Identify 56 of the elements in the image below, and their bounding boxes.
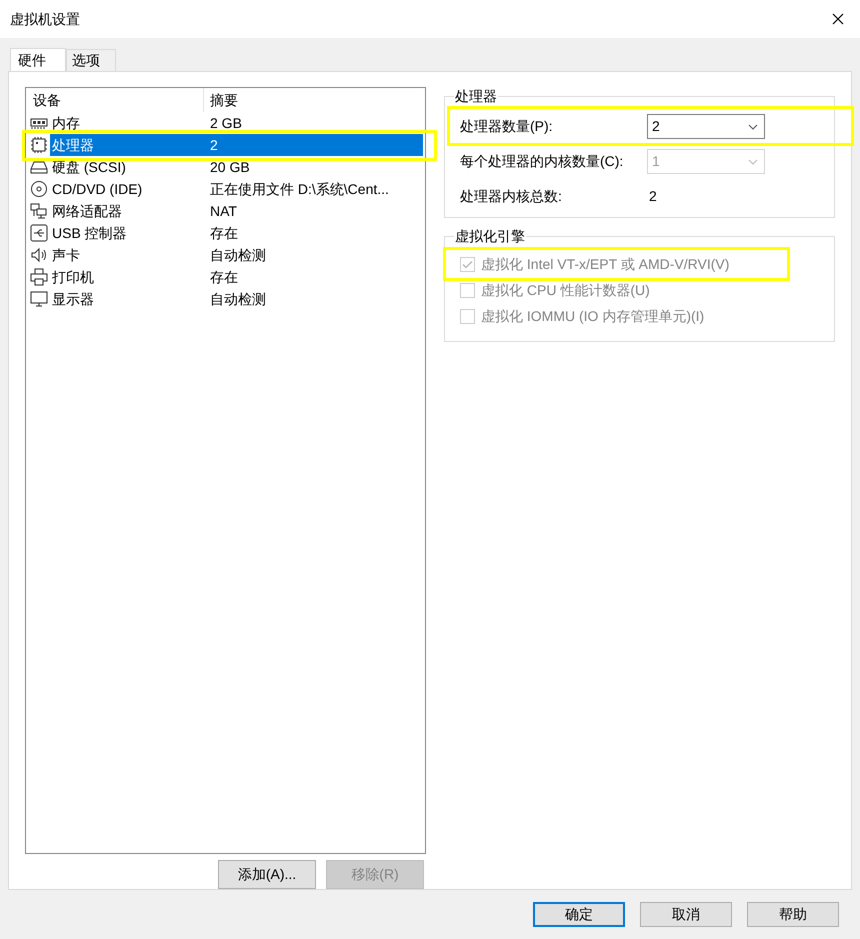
- speaker-icon: [30, 246, 48, 264]
- device-name: 打印机: [51, 268, 95, 286]
- field-value: 2: [648, 187, 657, 206]
- field-label: 处理器数量(P):: [460, 117, 554, 136]
- selected-row[interactable]: 处理器 2: [50, 134, 423, 156]
- device-name: 声卡: [51, 246, 81, 264]
- device-name: 网络适配器: [51, 202, 123, 220]
- group-title: 处理器: [454, 87, 498, 105]
- dialog-button[interactable]: 帮助: [747, 902, 839, 927]
- checkbox-label: 虚拟化 CPU 性能计数器(U): [481, 280, 650, 300]
- device-name: 处理器: [51, 136, 95, 154]
- printer-icon: [30, 268, 48, 286]
- device-name: 显示器: [51, 290, 95, 308]
- list-row[interactable]: 硬盘 (SCSI) 20 GB: [50, 156, 423, 178]
- list-row[interactable]: 网络适配器 NAT: [50, 200, 423, 222]
- window-title: 虚拟机设置: [10, 10, 80, 28]
- add-button[interactable]: 添加(A)...: [218, 860, 316, 889]
- list-row[interactable]: 内存 2 GB: [50, 112, 423, 134]
- dialog-button[interactable]: 取消: [640, 902, 732, 927]
- device-summary: 正在使用文件 D:\系统\Cent...: [209, 180, 389, 198]
- checkbox-label: 虚拟化 IOMMU (IO 内存管理单元)(I): [481, 306, 704, 326]
- column-header[interactable]: 设备: [26, 88, 204, 112]
- field-label: 每个处理器的内核数量(C):: [460, 152, 624, 171]
- device-summary: 自动检测: [209, 290, 266, 308]
- list-row[interactable]: 显示器 自动检测: [50, 288, 423, 310]
- column-header[interactable]: 摘要: [204, 88, 425, 112]
- dropdown[interactable]: 2: [647, 114, 765, 139]
- device-name: USB 控制器: [51, 224, 128, 242]
- tab[interactable]: 硬件: [10, 48, 66, 72]
- group-title: 虚拟化引擎: [454, 227, 526, 245]
- close-icon: [832, 13, 844, 25]
- field-label: 处理器内核总数:: [460, 187, 563, 206]
- device-summary: 2 GB: [209, 114, 242, 132]
- list-row[interactable]: 打印机 存在: [50, 266, 423, 288]
- device-name: 硬盘 (SCSI): [51, 158, 127, 177]
- device-summary: 存在: [209, 268, 238, 286]
- device-summary: NAT: [209, 202, 237, 220]
- device-summary: 存在: [209, 224, 238, 242]
- list-row[interactable]: USB 控制器 存在: [50, 222, 423, 244]
- disc-icon: [30, 180, 48, 198]
- device-summary: 自动检测: [209, 246, 266, 264]
- chip-icon: [30, 136, 48, 154]
- dialog-button[interactable]: 确定: [533, 902, 625, 927]
- device-name: CD/DVD (IDE): [51, 180, 144, 199]
- usb-icon: [30, 224, 48, 242]
- monitor-icon: [30, 290, 48, 308]
- device-summary: 2: [209, 136, 218, 154]
- network-icon: [30, 202, 48, 220]
- device-name: 内存: [51, 114, 81, 132]
- chevron-down-icon: [748, 124, 758, 130]
- list-row[interactable]: 声卡 自动检测: [50, 244, 423, 266]
- tab[interactable]: 选项: [66, 49, 116, 71]
- list-row[interactable]: CD/DVD (IDE) 正在使用文件 D:\系统\Cent...: [50, 178, 423, 200]
- checkbox-label: 虚拟化 Intel VT-x/EPT 或 AMD-V/RVI(V): [481, 254, 730, 274]
- device-summary: 20 GB: [209, 158, 250, 176]
- chevron-down-icon: [748, 158, 758, 164]
